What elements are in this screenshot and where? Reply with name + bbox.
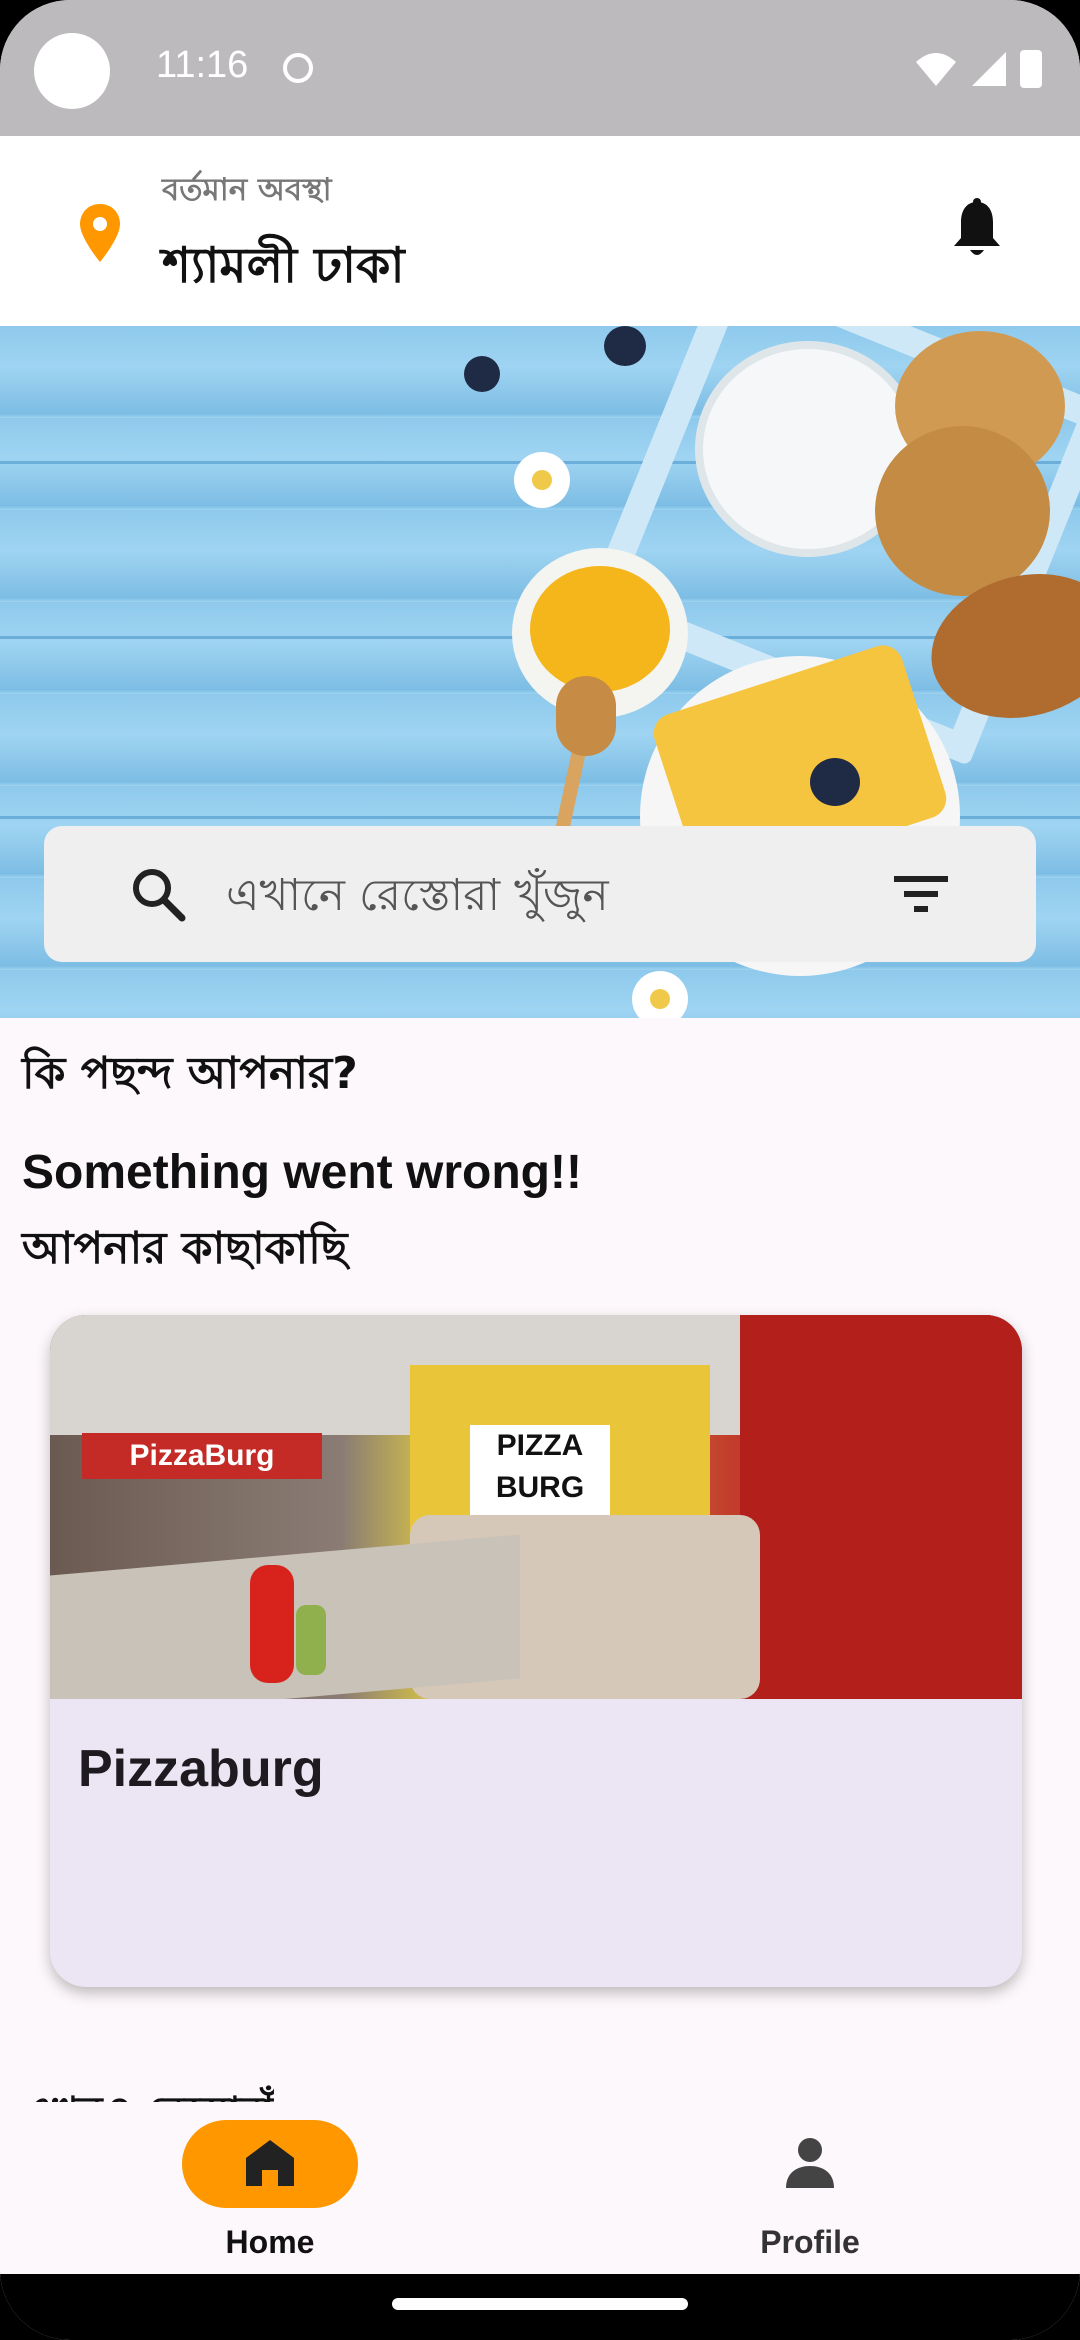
home-gesture-handle[interactable] [392,2298,688,2310]
error-message: Something went wrong!! [22,1146,582,1199]
wifi-icon [916,53,956,86]
notification-icon [283,53,313,83]
next-section-title: এখনও রেস্তোরাঁ [22,2080,274,2102]
filter-icon[interactable] [894,874,948,914]
location-label: বর্তমান অবস্থা [162,172,332,208]
honey-dipper [556,676,616,756]
search-input[interactable] [224,856,888,934]
preference-title: কি পছন্দ আপনার? [22,1048,358,1099]
honey [530,566,670,692]
location-header: বর্তমান অবস্থা শ্যামলী ঢাকা [0,136,1080,326]
nav-home-label[interactable]: Home [200,2224,340,2261]
battery-icon [1020,50,1042,88]
restaurant-name: Pizzaburg [78,1740,324,1798]
restaurant-image: PIZZA BURG PizzaBurg [50,1315,1022,1699]
nearby-title: আপনার কাছাকাছি [22,1223,348,1274]
ketchup-bottle [250,1565,294,1683]
daisy-flower [514,452,570,508]
status-time: 11:16 [156,44,249,86]
blueberry [810,758,860,806]
gesture-bar [0,2274,1080,2340]
restaurant-signboard: PizzaBurg [82,1433,322,1479]
app-screen: 11:16 বর্তমান অবস্থা শ্যামলী ঢাকা এখানে … [0,0,1080,2340]
search-icon [133,869,186,922]
blueberry [464,356,500,392]
home-icon[interactable] [244,2138,296,2188]
notification-bell-icon[interactable] [952,198,1002,260]
nav-profile-label[interactable]: Profile [740,2224,880,2261]
status-bar: 11:16 [0,0,1080,136]
restaurant-card[interactable]: PIZZA BURG PizzaBurg Pizzaburg [50,1315,1022,1987]
blueberry [604,326,646,366]
daisy-flower [632,971,688,1018]
current-location[interactable]: শ্যামলী ঢাকা [162,228,405,310]
condiment-bottle [296,1605,326,1675]
status-icons [914,50,1042,88]
location-pin-icon [80,204,120,262]
bottom-navigation: Home Profile [0,2108,1080,2274]
camera-cutout [34,33,110,109]
neon-wall [740,1315,1022,1699]
cookie [875,426,1050,596]
search-bar[interactable] [44,826,1036,962]
person-icon[interactable] [784,2136,836,2190]
signal-icon [972,52,1006,86]
wall-logo: PIZZA BURG [470,1425,610,1515]
